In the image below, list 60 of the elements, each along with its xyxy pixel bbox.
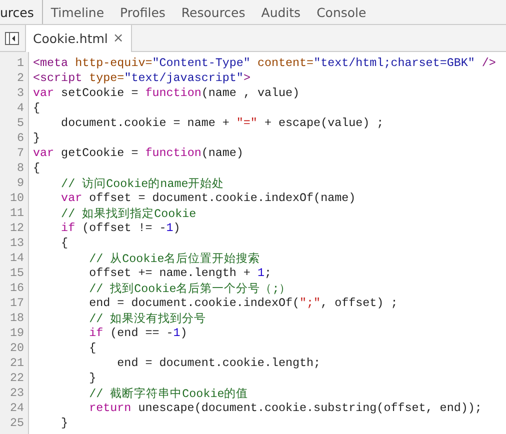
line-number: 13 [8, 236, 25, 251]
panel-tab[interactable]: Console [308, 0, 374, 24]
line-number: 4 [16, 101, 25, 116]
code-line: // 如果找到指定Cookie [60, 206, 196, 221]
line-number: 12 [8, 221, 25, 236]
code-line: } [33, 131, 40, 146]
line-number: 21 [8, 356, 25, 371]
code-line: } [60, 416, 68, 431]
line-number: 18 [8, 311, 25, 326]
line-number: 3 [16, 86, 25, 101]
line-number: 19 [8, 326, 25, 341]
line-number: 22 [8, 371, 25, 386]
line-number: 20 [8, 341, 25, 356]
panel-tab[interactable]: urces [0, 0, 43, 24]
code-line: // 访问Cookie的name开始处 [60, 176, 224, 191]
panel-tab[interactable]: Resources [173, 0, 254, 24]
code-line: document.cookie = name + "=" + escape(value) ; [60, 116, 384, 131]
line-number: 9 [16, 176, 25, 191]
code-line: { [33, 161, 40, 176]
line-number: 15 [8, 266, 25, 281]
code-line: } [88, 371, 96, 386]
panel-tab[interactable]: Profiles [112, 0, 174, 24]
code-line: var offset = document.cookie.indexOf(name) [60, 191, 356, 206]
code-line: // 截断字符串中Cookie的值 [88, 386, 248, 401]
code-line: // 如果没有找到分号 [88, 311, 206, 326]
code-line: var getCookie = function(name) [33, 146, 244, 161]
line-number: 10 [8, 191, 25, 206]
code-line: offset += name.length + 1; [88, 266, 272, 281]
line-number: 8 [16, 161, 25, 176]
code-line: { [33, 101, 40, 116]
line-number: 5 [16, 116, 25, 131]
line-number: 14 [8, 251, 25, 266]
line-number: 7 [16, 146, 25, 161]
code-line: if (end == -1) [88, 326, 188, 341]
panel-tab[interactable]: Audits [253, 0, 309, 24]
code-line: <script type="text/javascript"> [33, 71, 250, 86]
code-line: return unescape(document.cookie.substring(offset, end)); [88, 401, 482, 416]
code-line: { [88, 341, 96, 356]
line-number: 11 [8, 206, 25, 221]
file-tab[interactable]: Cookie.html × [25, 25, 132, 52]
line-number: 23 [8, 386, 25, 401]
close-button[interactable]: × [112, 31, 124, 46]
code-line: // 找到Cookie名后第一个分号（;） [88, 281, 292, 296]
code-line: var setCookie = function(name , value) [33, 86, 300, 101]
line-number: 6 [16, 131, 25, 146]
line-number: 2 [16, 71, 25, 86]
line-number: 16 [8, 281, 25, 296]
line-number: 17 [8, 296, 25, 311]
code-line: if (offset != -1) [60, 221, 180, 236]
code-line: // 从Cookie名后位置开始搜索 [88, 251, 260, 266]
file-name[interactable]: Cookie.html [33, 31, 108, 46]
code-line: end = document.cookie.indexOf(";", offset) ; [88, 296, 398, 311]
code-line: { [60, 236, 68, 251]
panel-tab[interactable]: Timeline [42, 0, 112, 24]
line-number: 25 [8, 416, 25, 431]
sidebar-toggle-icon[interactable] [5, 32, 19, 44]
line-number: 1 [16, 56, 25, 71]
line-number: 24 [8, 401, 25, 416]
code-line: end = document.cookie.length; [116, 356, 321, 371]
code-line: <meta http-equiv="Content-Type" content="text/html;charset=GBK" /> [33, 56, 496, 71]
